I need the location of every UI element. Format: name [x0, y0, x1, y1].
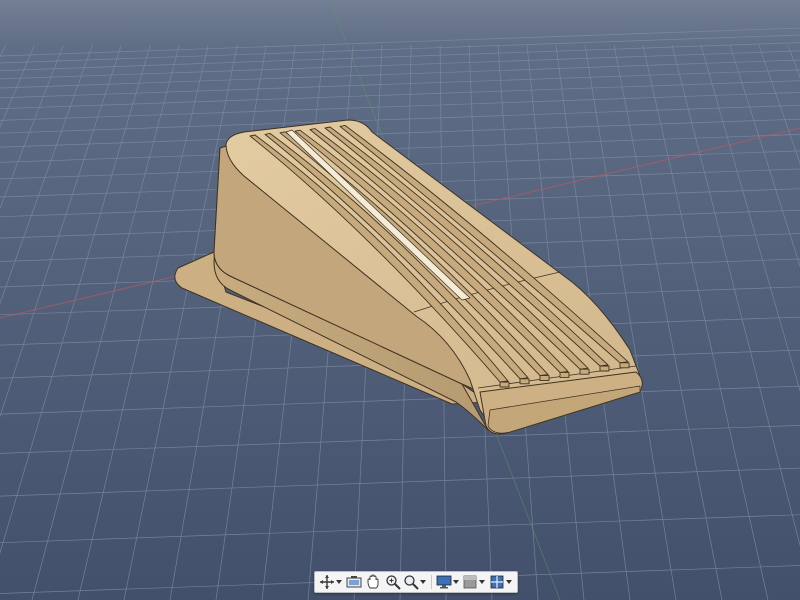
- fit-window-button[interactable]: [402, 573, 419, 591]
- look-at-button[interactable]: [344, 573, 363, 591]
- pan-icon: [367, 574, 379, 589]
- zoom-icon: [385, 575, 401, 590]
- toolbar-separator: [431, 575, 433, 589]
- pan-button[interactable]: [364, 573, 383, 591]
- grid-snap-button[interactable]: [462, 573, 479, 591]
- viewports-button[interactable]: [488, 573, 505, 591]
- model-rib-end: [579, 368, 590, 375]
- orbit-icon: [319, 575, 334, 589]
- look-at-icon: [346, 576, 362, 588]
- chevron-down-icon: [453, 580, 460, 584]
- grid-menu-caret[interactable]: [479, 573, 486, 591]
- model-rib-end: [559, 371, 570, 378]
- display-menu-caret[interactable]: [453, 573, 460, 591]
- model-rib-end: [499, 381, 510, 388]
- viewports-icon: [490, 575, 503, 589]
- chevron-down-icon: [505, 580, 512, 584]
- orbit-button[interactable]: [318, 573, 335, 591]
- display-settings-icon: [436, 575, 452, 589]
- chevron-down-icon: [479, 580, 486, 584]
- display-settings-button[interactable]: [435, 573, 452, 591]
- fit-menu-caret[interactable]: [420, 573, 427, 591]
- zoom-button[interactable]: [383, 573, 402, 591]
- 3d-canvas[interactable]: [0, 0, 800, 600]
- model-rib-end: [619, 362, 630, 369]
- fit-window-icon: [404, 575, 419, 590]
- chevron-down-icon: [420, 580, 427, 584]
- grid-snap-icon: [463, 575, 477, 589]
- model-rib-end: [599, 365, 610, 372]
- orbit-menu-caret[interactable]: [335, 573, 342, 591]
- model-rib-end: [539, 375, 550, 382]
- viewports-menu-caret[interactable]: [505, 573, 512, 591]
- navigation-toolbar: [314, 571, 518, 593]
- model-rib-end: [519, 378, 530, 385]
- chevron-down-icon: [335, 580, 342, 584]
